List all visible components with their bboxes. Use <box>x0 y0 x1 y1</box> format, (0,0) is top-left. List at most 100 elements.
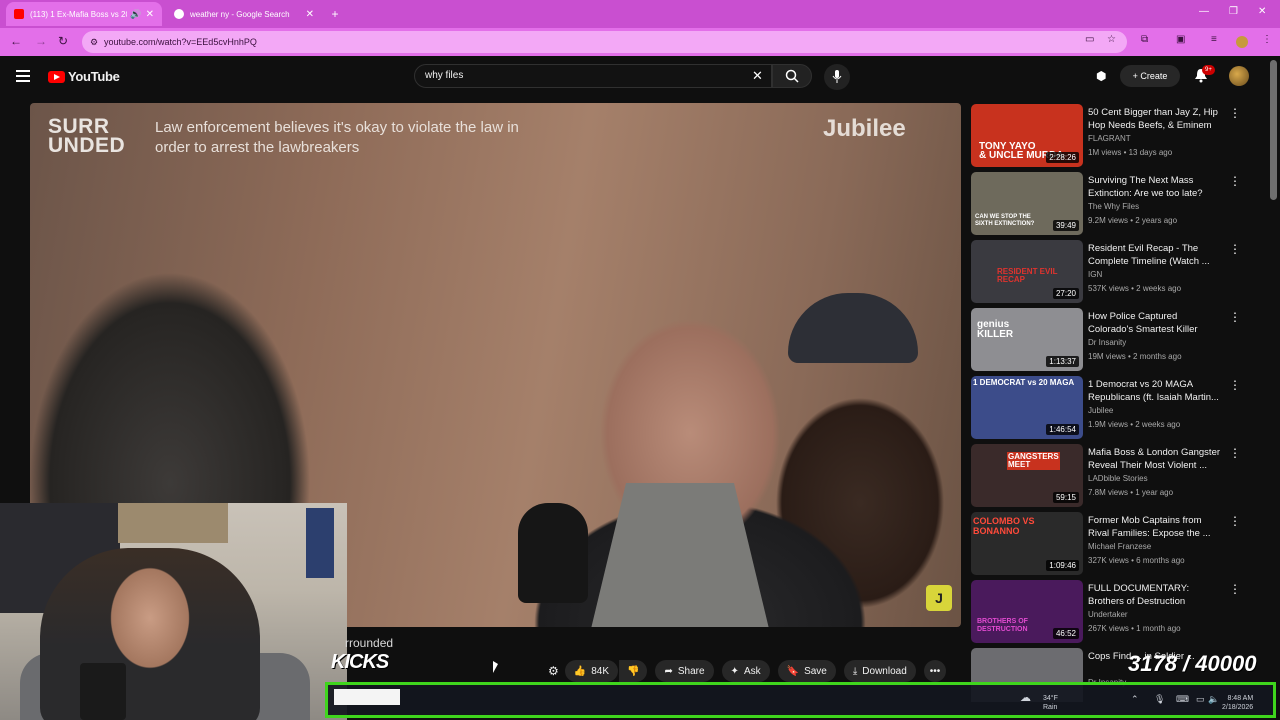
video-title[interactable]: How Police Captured Colorado's Smartest … <box>1088 310 1223 336</box>
save-button[interactable]: 🔖 Save <box>777 660 836 682</box>
channel-name[interactable]: Undertaker <box>1088 610 1128 619</box>
bookmark-star-icon[interactable]: ☆ <box>1107 34 1116 45</box>
more-actions-button[interactable]: ••• <box>923 660 947 682</box>
channel-name[interactable]: FLAGRANT <box>1088 134 1131 143</box>
taskbar-overlay: ☁ 34°F Rain ⌃ 🎙 ⌨ ▭ 🔈 8:48 AM 2/18/2026 <box>325 682 1276 718</box>
video-title[interactable]: 50 Cent Bigger than Jay Z, Hip Hop Needs… <box>1088 106 1223 132</box>
cast-icon[interactable]: ⬢ <box>1096 69 1106 83</box>
reload-icon[interactable]: ↻ <box>58 34 68 48</box>
site-info-icon[interactable]: ⚙ <box>90 31 98 53</box>
list-item[interactable]: GANGSTERS MEET 59:15 Mafia Boss & London… <box>971 444 1251 508</box>
voice-search-button[interactable] <box>824 64 850 90</box>
channel-name[interactable]: Dr Insanity <box>1088 338 1126 347</box>
video-title[interactable]: Cops Find ... in Soldier ... <box>1088 650 1223 663</box>
system-clock[interactable]: 8:48 AM 2/18/2026 <box>1222 694 1253 712</box>
more-vert-icon[interactable]: ⋮ <box>1229 242 1241 256</box>
duration-badge: 59:15 <box>1052 492 1079 503</box>
clock-date: 2/18/2026 <box>1222 704 1254 711</box>
close-tab-icon[interactable]: ✕ <box>146 9 154 20</box>
list-item[interactable]: CAN WE STOP THE SIXTH EXTINCTION? 39:49 … <box>971 172 1251 236</box>
video-thumbnail[interactable]: RESIDENT EVIL RECAP 27:20 <box>971 240 1083 303</box>
channel-name[interactable]: Jubilee <box>1088 406 1113 415</box>
more-vert-icon[interactable]: ⋮ <box>1229 514 1241 528</box>
close-window-icon[interactable]: ✕ <box>1258 6 1266 17</box>
list-item[interactable]: genius KILLER 1:13:37 How Police Capture… <box>971 308 1251 372</box>
create-button[interactable]: + Create <box>1120 65 1180 87</box>
channel-watermark[interactable]: J <box>926 585 952 611</box>
account-avatar[interactable] <box>1229 66 1249 86</box>
video-meta: 7.8M views • 1 year ago <box>1088 488 1174 497</box>
video-title[interactable]: Mafia Boss & London Gangster Reveal Thei… <box>1088 446 1223 472</box>
more-vert-icon[interactable]: ⋮ <box>1229 174 1241 188</box>
display-icon[interactable]: ▭ <box>1196 694 1205 705</box>
gear-icon[interactable]: ⚙ <box>548 664 559 678</box>
menu-icon[interactable]: ⋮ <box>1262 34 1272 45</box>
list-item[interactable]: RESIDENT EVIL RECAP 27:20 Resident Evil … <box>971 240 1251 304</box>
more-vert-icon[interactable]: ⋮ <box>1229 106 1241 120</box>
video-thumbnail[interactable]: TONY YAYO & UNCLE MURDA 2:28:26 <box>971 104 1083 167</box>
clear-search-icon[interactable]: ✕ <box>752 68 763 84</box>
video-meta: 1.9M views • 2 weeks ago <box>1088 420 1181 429</box>
more-vert-icon[interactable]: ⋮ <box>1229 378 1241 392</box>
speaker-icon[interactable]: 🔊 <box>130 9 141 20</box>
video-title[interactable]: Resident Evil Recap - The Complete Timel… <box>1088 242 1223 268</box>
like-button[interactable]: 👍 84K <box>564 660 619 682</box>
maximize-icon[interactable]: ❐ <box>1229 6 1238 17</box>
more-vert-icon[interactable]: ⋮ <box>1229 310 1241 324</box>
list-item[interactable]: TONY YAYO & UNCLE MURDA 2:28:26 50 Cent … <box>971 104 1251 168</box>
page-scrollbar[interactable] <box>1270 60 1277 200</box>
video-thumbnail[interactable]: genius KILLER 1:13:37 <box>971 308 1083 371</box>
search-icon <box>785 69 799 83</box>
mic-tray-icon[interactable]: 🎙 <box>1154 694 1165 705</box>
search-button[interactable] <box>772 64 812 88</box>
video-title[interactable]: Former Mob Captains from Rival Families:… <box>1088 514 1223 540</box>
hamburger-menu-icon[interactable] <box>16 70 30 82</box>
chevron-up-icon[interactable]: ⌃ <box>1131 694 1139 705</box>
minimize-icon[interactable]: — <box>1199 6 1209 17</box>
logo-text: YouTube <box>68 69 120 84</box>
youtube-logo[interactable]: YouTube <box>48 69 120 84</box>
tab-youtube[interactable]: (113) 1 Ex-Mafia Boss vs 20 🔊 ✕ <box>6 2 162 26</box>
video-thumbnail[interactable]: BROTHERS OF DESTRUCTION 46:52 <box>971 580 1083 643</box>
channel-name[interactable]: Michael Franzese <box>1088 542 1151 551</box>
ask-button[interactable]: ✦ Ask <box>721 660 770 682</box>
channel-name[interactable]: LADbible Stories <box>1088 474 1148 483</box>
list-item[interactable]: COLOMBO VS BONANNO 1:09:46 Former Mob Ca… <box>971 512 1251 576</box>
video-title[interactable]: Surviving The Next Mass Extinction: Are … <box>1088 174 1223 200</box>
more-vert-icon[interactable]: ⋮ <box>1229 446 1241 460</box>
dislike-button[interactable]: 👎 <box>619 660 648 682</box>
volume-icon[interactable]: 🔈 <box>1208 694 1219 705</box>
share-button[interactable]: ➦ Share <box>655 660 714 682</box>
list-item[interactable]: 1 DEMOCRAT vs 20 MAGA 1:46:54 1 Democrat… <box>971 376 1251 440</box>
ask-label: Ask <box>743 665 761 677</box>
video-thumbnail[interactable]: COLOMBO VS BONANNO 1:09:46 <box>971 512 1083 575</box>
address-bar[interactable]: ⚙ youtube.com/watch?v=EEd5cvHnhPQ <box>82 31 1127 53</box>
list-item[interactable]: BROTHERS OF DESTRUCTION 46:52 FULL DOCUM… <box>971 580 1251 644</box>
more-vert-icon[interactable]: ⋮ <box>1229 582 1241 596</box>
media-icon[interactable]: ≡ <box>1211 34 1217 45</box>
video-title[interactable]: FULL DOCUMENTARY: Brothers of Destructio… <box>1088 582 1223 608</box>
new-tab-button[interactable]: + <box>327 6 343 22</box>
forward-icon[interactable]: → <box>35 34 47 48</box>
mouse-cursor <box>493 661 498 673</box>
weather-icon[interactable]: ☁ <box>1020 691 1031 704</box>
thumbnail-text: genius KILLER <box>977 319 1014 340</box>
profile-avatar[interactable] <box>1236 36 1248 48</box>
back-icon[interactable]: ← <box>10 34 22 48</box>
thumbnail-text: 1 DEMOCRAT vs 20 MAGA <box>973 378 1075 387</box>
search-input[interactable]: why files <box>414 64 772 88</box>
video-thumbnail[interactable]: CAN WE STOP THE SIXTH EXTINCTION? 39:49 <box>971 172 1083 235</box>
channel-name[interactable]: IGN <box>1088 270 1102 279</box>
tab-google[interactable]: weather ny - Google Search ✕ <box>166 2 322 26</box>
weather-widget[interactable]: 34°F Rain <box>1043 694 1058 712</box>
channel-name[interactable]: The Why Files <box>1088 202 1139 211</box>
video-thumbnail[interactable]: 1 DEMOCRAT vs 20 MAGA 1:46:54 <box>971 376 1083 439</box>
download-button[interactable]: ⤓ Download <box>843 660 916 682</box>
keyboard-icon[interactable]: ⌨ <box>1176 694 1189 705</box>
sidebar-icon[interactable]: ▣ <box>1176 34 1185 45</box>
video-thumbnail[interactable]: GANGSTERS MEET 59:15 <box>971 444 1083 507</box>
extensions-icon[interactable]: ⧉ <box>1141 34 1148 45</box>
close-tab-icon[interactable]: ✕ <box>306 9 314 20</box>
install-icon[interactable]: ▭ <box>1085 34 1094 45</box>
video-title[interactable]: 1 Democrat vs 20 MAGA Republicans (ft. I… <box>1088 378 1223 404</box>
